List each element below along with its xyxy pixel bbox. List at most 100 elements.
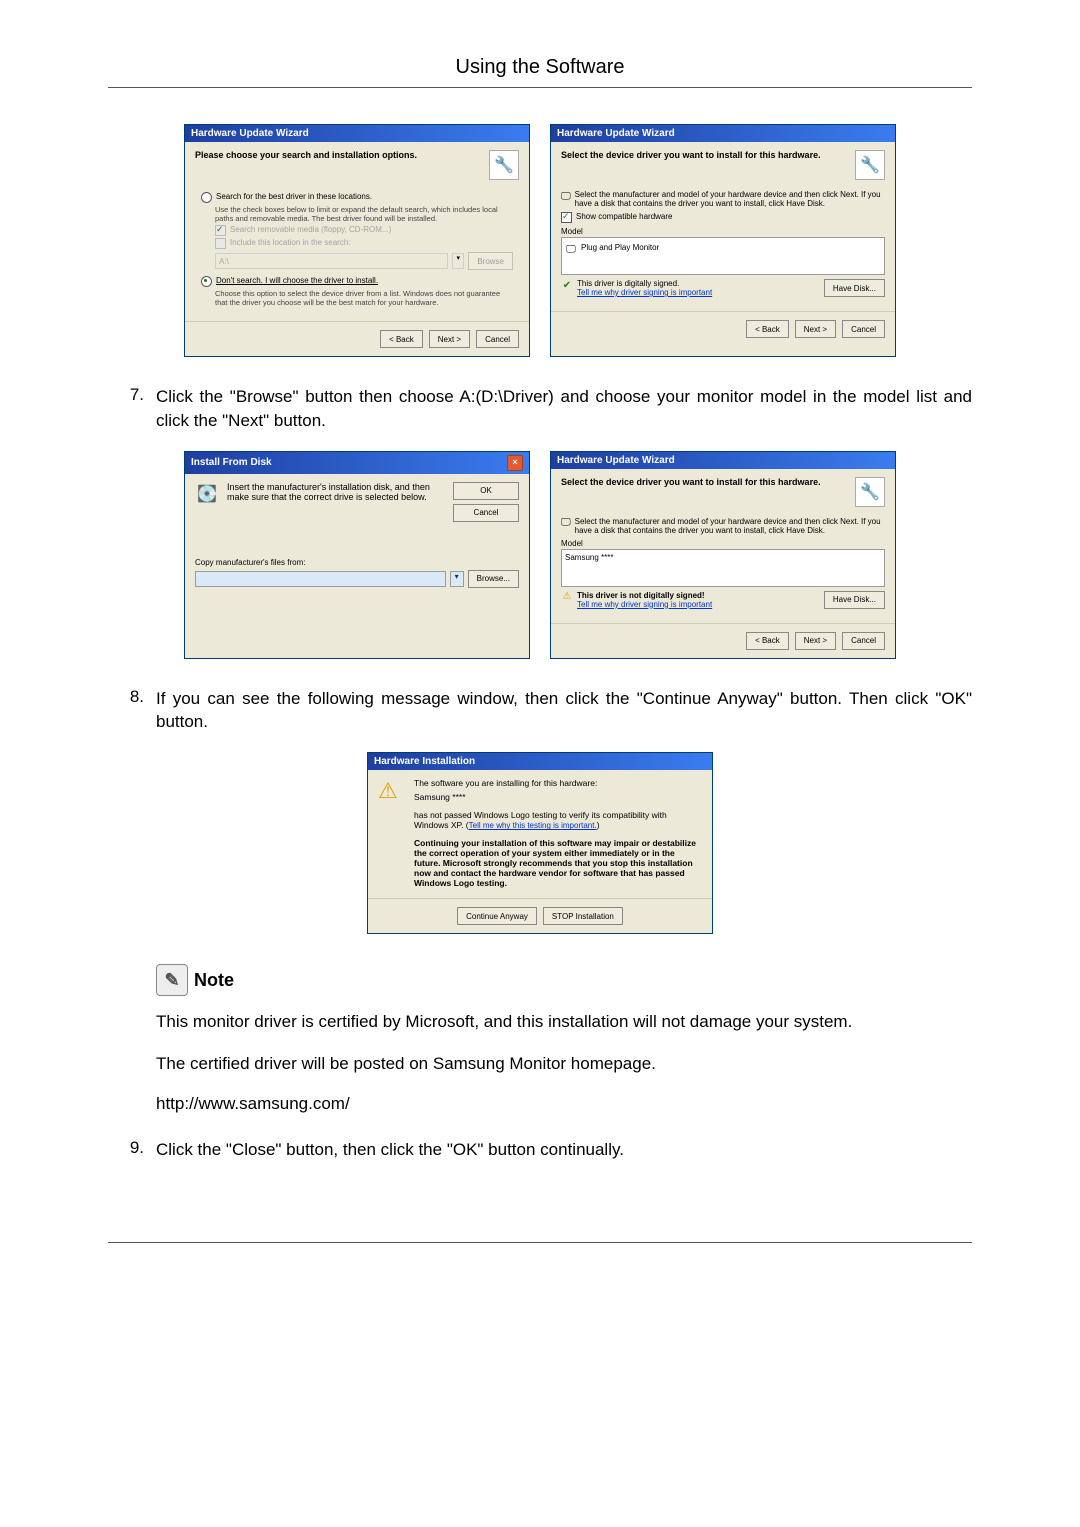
install-from-disk-dialog: Install From Disk × 💽 Insert the manufac… <box>184 451 530 659</box>
have-disk-button[interactable]: Have Disk... <box>824 279 885 297</box>
step-number: 7. <box>108 385 156 433</box>
dropdown-icon[interactable]: ▾ <box>450 571 464 587</box>
cancel-button[interactable]: Cancel <box>842 632 885 650</box>
back-button[interactable]: < Back <box>380 330 423 348</box>
disk-icon: 💽 <box>195 482 219 506</box>
monitor-item-icon: 🖵 <box>565 243 577 255</box>
path-input: A:\ <box>215 253 448 269</box>
next-button[interactable]: Next > <box>795 632 836 650</box>
note-heading: ✎ Note <box>156 964 972 996</box>
screenshot-row-3: Hardware Installation ⚠ The software you… <box>108 752 972 934</box>
hw-line1: The software you are installing for this… <box>414 778 702 788</box>
window-title: Hardware Update Wizard <box>557 455 675 466</box>
chk-label: Show compatible hardware <box>576 212 673 221</box>
wizard-icon: 🔧 <box>855 150 885 180</box>
browse-button: Browse <box>468 252 513 270</box>
radio-subtext: Use the check boxes below to limit or ex… <box>215 205 513 223</box>
radio-search-best[interactable] <box>201 192 212 203</box>
note-url: http://www.samsung.com/ <box>156 1094 972 1114</box>
chk-removable-media <box>215 225 226 236</box>
dialog-heading: Select the device driver you want to ins… <box>561 477 821 487</box>
ok-button[interactable]: OK <box>453 482 519 500</box>
wizard-icon: 🔧 <box>489 150 519 180</box>
note-icon: ✎ <box>156 964 188 996</box>
copy-from-label: Copy manufacturer's files from: <box>195 558 519 567</box>
hw-line2: Samsung **** <box>414 792 702 802</box>
dialog-subtext: Select the manufacturer and model of you… <box>575 517 885 535</box>
next-button[interactable]: Next > <box>429 330 470 348</box>
back-button[interactable]: < Back <box>746 632 789 650</box>
cancel-button[interactable]: Cancel <box>453 504 519 522</box>
why-signing-link[interactable]: Tell me why driver signing is important <box>577 600 712 609</box>
dropdown-icon: ▾ <box>452 253 464 269</box>
chk-label: Search removable media (floppy, CD-ROM..… <box>230 225 391 234</box>
model-list[interactable]: Samsung **** <box>561 549 885 587</box>
step-number: 9. <box>108 1138 156 1162</box>
titlebar: Hardware Update Wizard <box>185 125 529 142</box>
model-list[interactable]: 🖵 Plug and Play Monitor <box>561 237 885 275</box>
titlebar: Hardware Installation <box>368 753 712 770</box>
unsigned-text: This driver is not digitally signed! <box>577 591 712 600</box>
chk-include-location <box>215 238 226 249</box>
radio-label: Search for the best driver in these loca… <box>216 192 372 201</box>
dialog-heading: Select the device driver you want to ins… <box>561 150 821 160</box>
monitor-icon: 🖵 <box>561 190 571 202</box>
footer-rule <box>108 1242 972 1243</box>
monitor-icon: 🖵 <box>561 517 571 529</box>
shield-icon: ✔ <box>561 279 573 291</box>
step-number: 8. <box>108 687 156 735</box>
chk-label: Include this location in the search: <box>230 238 351 247</box>
step-text: Click the "Close" button, then click the… <box>156 1138 972 1162</box>
step-9: 9. Click the "Close" button, then click … <box>108 1138 972 1162</box>
chk-show-compatible[interactable] <box>561 212 572 223</box>
step-7: 7. Click the "Browse" button then choose… <box>108 385 972 433</box>
titlebar: Install From Disk × <box>185 452 529 474</box>
path-combo[interactable] <box>195 571 446 587</box>
page-title: Using the Software <box>108 56 972 79</box>
radio-dont-search[interactable] <box>201 276 212 287</box>
model-item[interactable]: Plug and Play Monitor <box>581 243 659 252</box>
note-label: Note <box>194 970 234 991</box>
continue-anyway-button[interactable]: Continue Anyway <box>457 907 537 925</box>
model-item[interactable]: Samsung **** <box>565 553 881 562</box>
note-p2: The certified driver will be posted on S… <box>156 1052 972 1076</box>
radio-subtext: Choose this option to select the device … <box>215 289 513 307</box>
why-signing-link[interactable]: Tell me why driver signing is important <box>577 288 712 297</box>
step-text: Click the "Browse" button then choose A:… <box>156 385 972 433</box>
hw-bold-warning: Continuing your installation of this sof… <box>414 838 702 888</box>
hardware-update-wizard-search: Hardware Update Wizard Please choose you… <box>184 124 530 357</box>
cancel-button[interactable]: Cancel <box>842 320 885 338</box>
screenshot-row-1: Hardware Update Wizard Please choose you… <box>108 124 972 357</box>
model-label: Model <box>561 539 885 548</box>
hardware-update-wizard-select: Hardware Update Wizard Select the device… <box>550 124 896 357</box>
window-title: Install From Disk <box>191 457 272 468</box>
titlebar: Hardware Update Wizard <box>551 125 895 142</box>
dialog-heading: Please choose your search and installati… <box>195 150 417 160</box>
signed-text: This driver is digitally signed. <box>577 279 712 288</box>
close-icon[interactable]: × <box>507 455 523 471</box>
have-disk-button[interactable]: Have Disk... <box>824 591 885 609</box>
note-p1: This monitor driver is certified by Micr… <box>156 1010 972 1034</box>
hardware-update-wizard-select-unsigned: Hardware Update Wizard Select the device… <box>550 451 896 659</box>
warning-icon: ⚠ <box>378 778 404 804</box>
back-button[interactable]: < Back <box>746 320 789 338</box>
step-8: 8. If you can see the following message … <box>108 687 972 735</box>
cancel-button[interactable]: Cancel <box>476 330 519 348</box>
header-rule <box>108 87 972 88</box>
radio-label: Don't search. I will choose the driver t… <box>216 276 378 285</box>
hw-line3: has not passed Windows Logo testing to v… <box>414 810 702 830</box>
stop-installation-button[interactable]: STOP Installation <box>543 907 623 925</box>
browse-button[interactable]: Browse... <box>468 570 519 588</box>
warning-icon: ⚠ <box>561 591 573 603</box>
next-button[interactable]: Next > <box>795 320 836 338</box>
model-label: Model <box>561 227 885 236</box>
disk-message: Insert the manufacturer's installation d… <box>227 482 445 502</box>
dialog-subtext: Select the manufacturer and model of you… <box>575 190 885 208</box>
window-title: Hardware Update Wizard <box>557 128 675 139</box>
hardware-installation-dialog: Hardware Installation ⚠ The software you… <box>367 752 713 934</box>
window-title: Hardware Update Wizard <box>191 128 309 139</box>
why-testing-link[interactable]: Tell me why this testing is important. <box>469 821 597 830</box>
wizard-icon: 🔧 <box>855 477 885 507</box>
titlebar: Hardware Update Wizard <box>551 452 895 469</box>
window-title: Hardware Installation <box>374 756 475 767</box>
